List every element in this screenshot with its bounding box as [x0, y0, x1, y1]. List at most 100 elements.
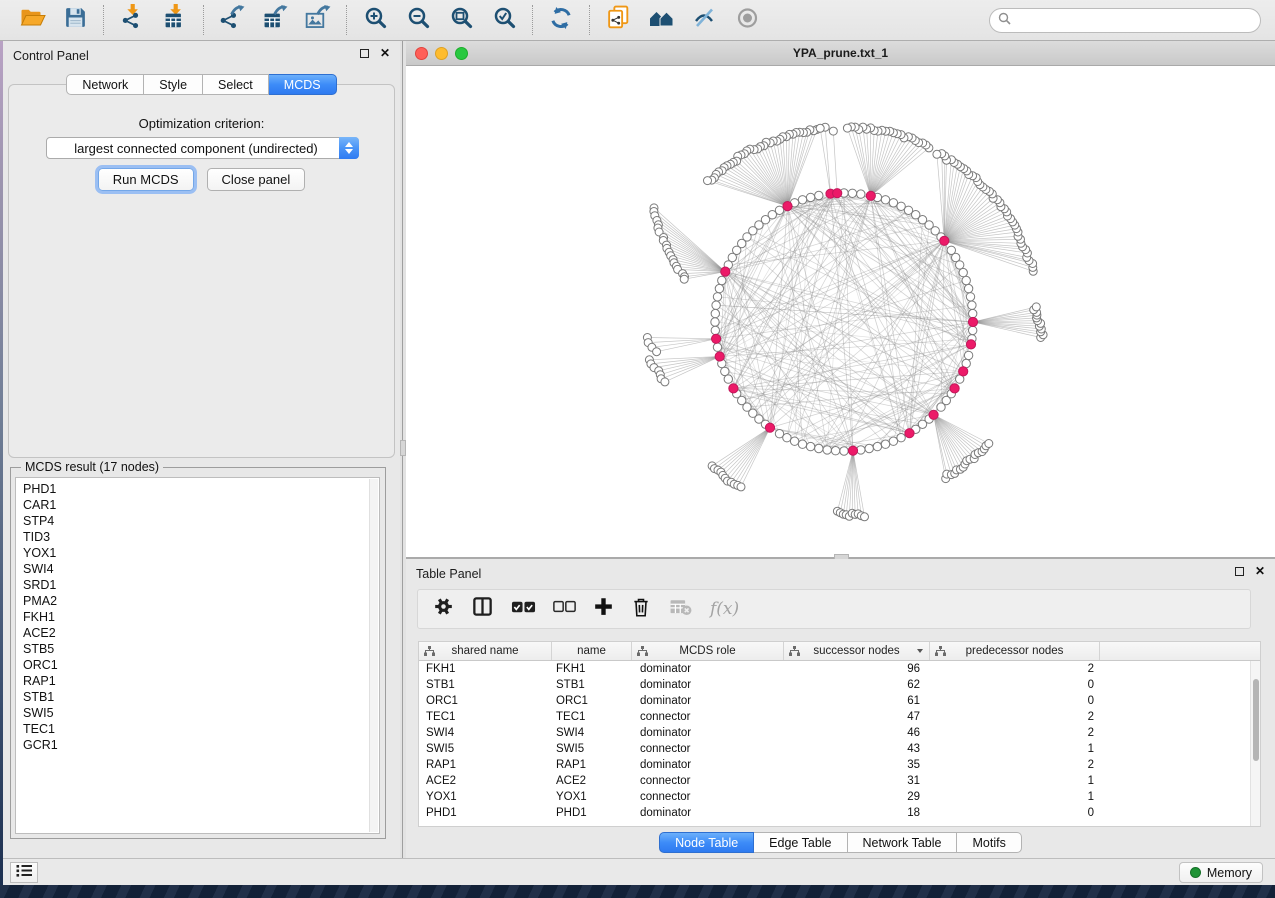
columns-button[interactable] [471, 595, 494, 623]
tab-mcds[interactable]: MCDS [269, 74, 337, 95]
show-all-button[interactable] [732, 5, 762, 35]
table-scrollbar[interactable] [1250, 661, 1260, 826]
mcds-node-item[interactable]: TID3 [23, 529, 379, 545]
column-header-MCDS-role[interactable]: MCDS role [632, 642, 784, 660]
mcds-node-item[interactable]: SRD1 [23, 577, 379, 593]
mcds-node-item[interactable]: GCR1 [23, 737, 379, 753]
criterion-dropdown[interactable]: largest connected component (undirected) [46, 137, 359, 159]
zoom-out-button[interactable] [403, 5, 433, 35]
mcds-node-item[interactable]: FKH1 [23, 609, 379, 625]
mcds-node-item[interactable]: TEC1 [23, 721, 379, 737]
mcds-node-item[interactable]: RAP1 [23, 673, 379, 689]
save-button[interactable] [60, 5, 90, 35]
mcds-node-item[interactable]: STB1 [23, 689, 379, 705]
close-panel-button[interactable]: Close panel [207, 168, 306, 191]
zoom-selected-button[interactable] [489, 5, 519, 35]
mcds-hub-node[interactable] [833, 189, 842, 198]
mcds-hub-node[interactable] [765, 423, 774, 432]
task-history-button[interactable] [10, 862, 38, 883]
ring-node [962, 276, 970, 284]
mcds-hub-node[interactable] [729, 384, 738, 393]
network-graph[interactable] [406, 66, 1275, 557]
mcds-hub-node[interactable] [905, 429, 914, 438]
tab-network-table[interactable]: Network Table [848, 832, 958, 853]
column-header-name[interactable]: name [552, 642, 632, 660]
mcds-list-scrollbar[interactable] [369, 479, 378, 832]
table-row[interactable]: STB1STB1dominator620 [419, 677, 1260, 693]
tab-select[interactable]: Select [203, 74, 269, 95]
network-canvas[interactable] [406, 66, 1275, 557]
import-table-icon [162, 4, 189, 36]
import-table-button[interactable] [160, 5, 190, 35]
table-row[interactable]: RAP1RAP1dominator352 [419, 757, 1260, 773]
table-row[interactable]: TEC1TEC1connector472 [419, 709, 1260, 725]
tab-style[interactable]: Style [144, 74, 203, 95]
close-panel-icon[interactable]: ✕ [1255, 567, 1265, 576]
search-box[interactable] [989, 8, 1261, 33]
mcds-hub-node[interactable] [966, 340, 975, 349]
add-button[interactable] [593, 596, 614, 622]
search-input[interactable] [1016, 11, 1260, 31]
mcds-hub-node[interactable] [712, 334, 721, 343]
settings-button[interactable] [433, 596, 454, 622]
zoom-in-button[interactable] [360, 5, 390, 35]
tab-node-table[interactable]: Node Table [659, 832, 754, 853]
mcds-hub-node[interactable] [968, 317, 977, 326]
mcds-hub-node[interactable] [950, 384, 959, 393]
first-neighbors-button[interactable] [646, 5, 676, 35]
mcds-node-item[interactable]: YOX1 [23, 545, 379, 561]
mcds-hub-node[interactable] [783, 202, 792, 211]
mcds-node-item[interactable]: STP4 [23, 513, 379, 529]
mcds-hub-node[interactable] [721, 267, 730, 276]
mcds-node-item[interactable]: SWI5 [23, 705, 379, 721]
mcds-node-item[interactable]: ACE2 [23, 625, 379, 641]
mcds-node-item[interactable]: SWI4 [23, 561, 379, 577]
mcds-hub-node[interactable] [959, 367, 968, 376]
memory-button[interactable]: Memory [1179, 862, 1263, 883]
table-row[interactable]: ACE2ACE2connector311 [419, 773, 1260, 789]
float-panel-icon[interactable] [360, 49, 369, 58]
mcds-node-item[interactable]: ORC1 [23, 657, 379, 673]
export-table-button[interactable] [260, 5, 290, 35]
mcds-node-item[interactable]: CAR1 [23, 497, 379, 513]
refresh-button[interactable] [546, 5, 576, 35]
table-row[interactable]: ORC1ORC1dominator610 [419, 693, 1260, 709]
mcds-node-item[interactable]: PMA2 [23, 593, 379, 609]
leaf-node [704, 177, 712, 185]
table-row[interactable]: SWI4SWI4dominator462 [419, 725, 1260, 741]
clone-network-button[interactable] [603, 5, 633, 35]
column-header-shared-name[interactable]: shared name [419, 642, 552, 660]
zoom-fit-button[interactable] [446, 5, 476, 35]
tab-motifs[interactable]: Motifs [957, 832, 1021, 853]
column-header-successor-nodes[interactable]: successor nodes [784, 642, 930, 660]
tab-edge-table[interactable]: Edge Table [754, 832, 847, 853]
tab-network[interactable]: Network [66, 74, 144, 95]
export-image-button[interactable] [303, 5, 333, 35]
table-row[interactable]: SWI5SWI5connector431 [419, 741, 1260, 757]
mcds-hub-node[interactable] [848, 446, 857, 455]
deselect-all-button[interactable] [553, 600, 576, 618]
mcds-result-list[interactable]: PHD1CAR1STP4TID3YOX1SWI4SRD1PMA2FKH1ACE2… [15, 477, 380, 834]
mcds-hub-node[interactable] [715, 352, 724, 361]
mcds-hub-node[interactable] [940, 236, 949, 245]
cell: RAP1 [552, 759, 632, 771]
mcds-node-item[interactable]: STB5 [23, 641, 379, 657]
table-row[interactable]: FKH1FKH1dominator962 [419, 661, 1260, 677]
float-panel-icon[interactable] [1235, 567, 1244, 576]
mcds-node-item[interactable]: PHD1 [23, 481, 379, 497]
hide-selected-button[interactable] [689, 5, 719, 35]
column-header-predecessor-nodes[interactable]: predecessor nodes [930, 642, 1100, 660]
select-all-button[interactable] [511, 600, 536, 619]
scrollbar-thumb[interactable] [1253, 679, 1259, 761]
export-network-button[interactable] [217, 5, 247, 35]
close-panel-icon[interactable]: ✕ [380, 49, 390, 58]
table-row[interactable]: PHD1PHD1dominator180 [419, 805, 1260, 821]
delete-button[interactable] [631, 596, 651, 623]
open-button[interactable] [17, 5, 47, 35]
run-mcds-button[interactable]: Run MCDS [98, 168, 194, 191]
mcds-hub-node[interactable] [929, 410, 938, 419]
table-row[interactable]: YOX1YOX1connector291 [419, 789, 1260, 805]
mcds-hub-node[interactable] [866, 191, 875, 200]
network-titlebar[interactable]: YPA_prune.txt_1 [406, 41, 1275, 66]
import-network-button[interactable] [117, 5, 147, 35]
